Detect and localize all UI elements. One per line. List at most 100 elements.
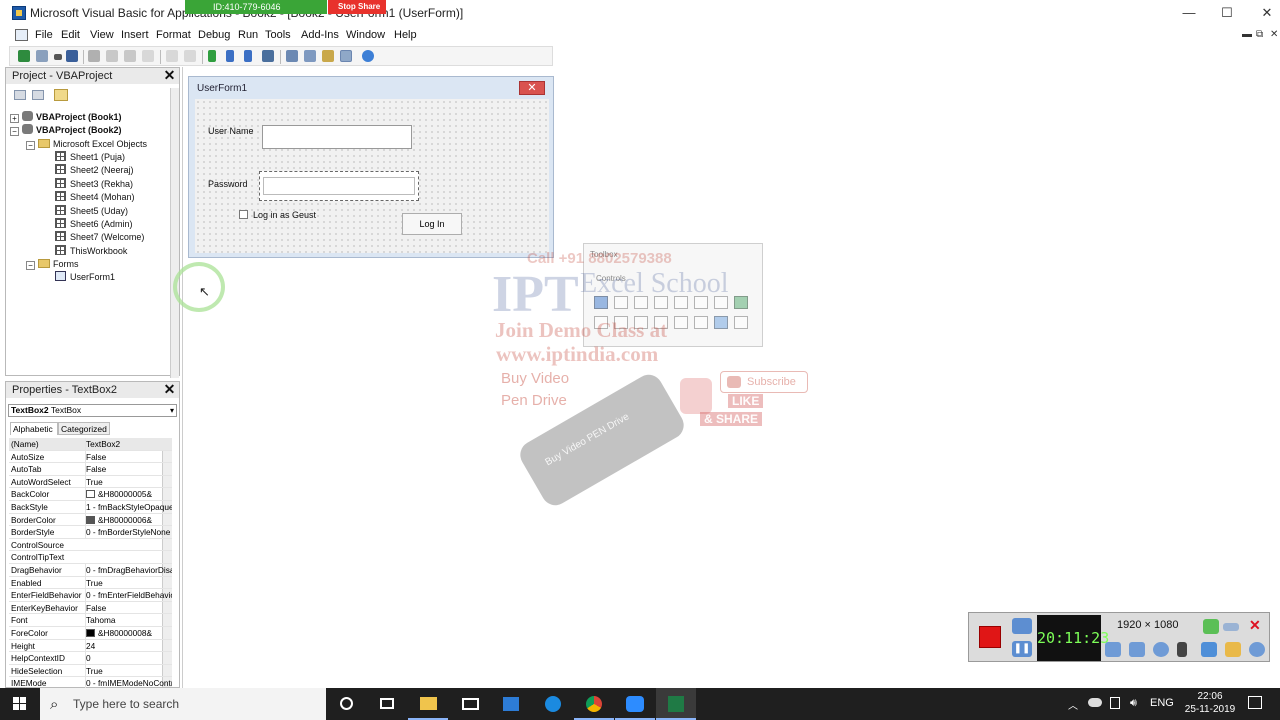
excel-taskbar-icon[interactable] [656,688,696,720]
cortana-icon[interactable] [327,688,367,720]
chrome-icon[interactable] [574,688,614,720]
taskbar-search-box[interactable]: ⌕ Type here to search [40,688,326,720]
guest-checkbox-label[interactable]: Log in as Geust [253,210,316,220]
network-icon[interactable] [1110,697,1120,709]
tree-item-userform1[interactable]: UserForm1 [55,271,115,284]
scrollbar-tool-icon[interactable] [674,316,688,329]
refedit-tool-icon[interactable] [734,316,748,329]
userform-designer-window[interactable]: UserForm1 ✕ User Name Password Log in as… [188,76,554,258]
reset-icon[interactable] [244,50,252,62]
excel-view-icon[interactable] [18,50,30,62]
property-row[interactable]: EnterFieldBehavior 0 - fmEnterFieldBehavi… [9,589,172,602]
tree-item-thisworkbook[interactable]: ThisWorkbook [55,245,127,258]
close-recorder-icon[interactable]: ✕ [1249,618,1265,633]
break-icon[interactable] [226,50,234,62]
tree-item-sheet3[interactable]: Sheet3 (Rekha) [55,178,133,191]
file-explorer-icon[interactable] [408,688,448,720]
property-value[interactable]: TextBox2 [85,438,172,450]
tree-item-forms[interactable]: − Forms [26,258,79,271]
property-value[interactable]: True [85,576,172,589]
menu-window[interactable]: Window [346,29,385,41]
project-panel-close-button[interactable]: ✕ [163,68,176,82]
guest-checkbox[interactable] [239,210,248,219]
notifications-icon[interactable] [1248,696,1262,709]
spinbutton-tool-icon[interactable] [694,316,708,329]
userform-canvas[interactable]: User Name Password Log in as Geust Log I… [195,99,549,253]
property-row[interactable]: BackStyle 1 - fmBackStyleOpaque [9,501,172,514]
property-row[interactable]: ForeColor &H80000008& [9,627,172,640]
form-icon[interactable] [15,29,28,41]
dropdown-arrow-icon[interactable] [54,54,62,60]
tree-item-sheet6[interactable]: Sheet6 (Admin) [55,218,133,231]
pause-button[interactable]: ❚❚ [1012,641,1032,657]
tree-item-vbaproject-book2[interactable]: − VBAProject (Book2) [10,124,122,137]
save-icon[interactable] [66,50,78,62]
property-row[interactable]: AutoTab False [9,463,172,476]
mail-icon[interactable] [450,688,490,720]
view-code-icon[interactable] [14,90,26,100]
design-mode-icon[interactable] [262,50,274,62]
taskbar-clock[interactable]: 22:06 25-11-2019 [1182,690,1238,716]
properties-window-icon[interactable] [304,50,316,62]
property-value[interactable]: 0 - fmEnterFieldBehaviorSelectAll [85,589,172,601]
settings-gear-icon[interactable] [1249,642,1265,657]
tree-item-sheet5[interactable]: Sheet5 (Uday) [55,205,128,218]
property-row[interactable]: Font Tahoma [9,614,172,627]
tree-item-sheet2[interactable]: Sheet2 (Neeraj) [55,164,134,177]
property-row[interactable]: Enabled True [9,576,172,590]
pen-icon[interactable] [1201,642,1217,657]
image-tool-icon[interactable] [714,316,728,329]
mdi-minimize-button[interactable]: ▬ [1242,29,1252,40]
minimize-button[interactable]: — [1174,4,1204,22]
tree-item-sheet1[interactable]: Sheet1 (Puja) [55,151,125,164]
property-value[interactable]: Tahoma [85,614,172,627]
paste-icon[interactable] [124,50,136,62]
menu-run[interactable]: Run [238,29,258,41]
property-row[interactable]: ControlSource [9,539,172,552]
menu-format[interactable]: Format [156,29,191,41]
collapse-icon[interactable]: − [26,261,35,270]
login-button[interactable]: Log In [402,213,462,235]
password-label[interactable]: Password [208,179,248,189]
userform-close-button[interactable]: ✕ [519,81,545,95]
property-value[interactable]: 1 - fmBackStyleOpaque [85,501,172,513]
start-button[interactable] [0,688,40,720]
insert-userform-icon[interactable] [36,50,48,62]
menu-add-ins[interactable]: Add-Ins [301,29,339,41]
property-row[interactable]: BorderColor &H80000006& [9,513,172,527]
stop-share-button[interactable]: Stop Share [328,0,386,14]
project-scrollbar[interactable] [170,88,179,378]
cut-icon[interactable] [88,50,100,62]
expand-icon[interactable]: + [10,114,19,123]
password-textbox-selected[interactable] [259,171,419,201]
property-value[interactable]: False [85,450,172,463]
property-value[interactable]: &H80000006& [85,513,172,526]
folder-icon[interactable] [1225,642,1241,657]
menu-file[interactable]: File [35,29,53,41]
undo-icon[interactable] [166,50,178,62]
property-value[interactable]: 0 - fmBorderStyleNone [85,526,172,538]
minimize-recorder-icon[interactable] [1223,623,1239,631]
property-row[interactable]: DragBehavior 0 - fmDragBehaviorDisabled [9,564,172,577]
mdi-restore-button[interactable]: ⧉ [1256,29,1263,40]
property-row[interactable]: AutoSize False [9,450,172,464]
find-icon[interactable] [142,50,154,62]
maximize-button[interactable]: ☐ [1212,4,1242,22]
username-textbox[interactable] [262,125,412,149]
property-row[interactable]: Height 24 [9,639,172,653]
property-row[interactable]: BackColor &H80000005& [9,488,172,501]
task-view-icon[interactable] [367,688,407,720]
zoom-icon[interactable] [615,688,655,720]
speaker-icon[interactable] [1105,642,1121,657]
object-browser-icon[interactable] [322,50,334,62]
run-icon[interactable] [208,50,216,62]
stop-recording-button[interactable] [979,626,1001,648]
copy-icon[interactable] [106,50,118,62]
microphone-icon[interactable] [1129,642,1145,657]
onedrive-icon[interactable] [1088,698,1102,707]
property-value[interactable]: False [85,463,172,475]
tree-item-sheet7[interactable]: Sheet7 (Welcome) [55,231,144,244]
toggle-folders-icon[interactable] [54,89,68,101]
tab-alphabetic[interactable]: Alphabetic [10,422,58,435]
collapse-icon[interactable]: − [10,127,19,136]
